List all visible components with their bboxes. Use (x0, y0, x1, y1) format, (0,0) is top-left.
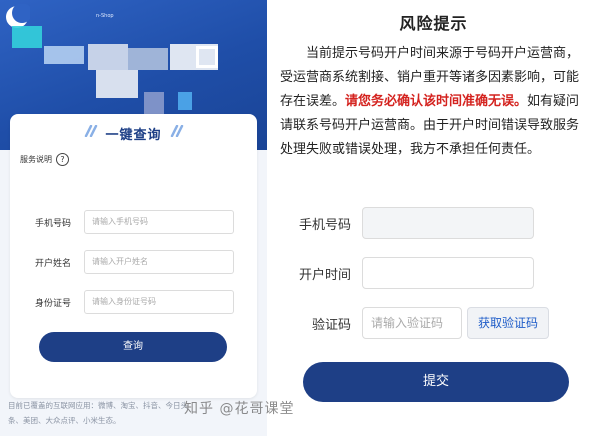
id-number-label: 身份证号 (35, 299, 72, 309)
name-row: 开户姓名 请输入开户姓名 (10, 250, 257, 274)
service-note-link[interactable]: 服务说明 ? (20, 153, 69, 166)
service-note-label: 服务说明 (20, 155, 52, 164)
blurred-title-frame (196, 46, 218, 68)
open-time-field[interactable] (362, 257, 534, 289)
phone-label: 手机号码 (35, 219, 72, 229)
phone-row: 手机号码 请输入手机号码 (10, 210, 257, 234)
query-button[interactable]: 查询 (39, 332, 227, 362)
blurred-title-block (88, 44, 128, 70)
name-label: 开户姓名 (35, 259, 72, 269)
query-page-panel: n-Shop 一键查询 服务说明 ? 手机号码 请输入手机号码 开户姓名 请输入… (0, 0, 267, 436)
verify-code-input[interactable]: 请输入验证码 (362, 307, 462, 339)
phone-input[interactable]: 请输入手机号码 (84, 210, 234, 234)
open-time-label: 开户时间 (298, 268, 351, 283)
verify-code-label: 验证码 (311, 318, 351, 333)
brand-text: n-Shop (96, 13, 114, 19)
risk-notice-text: 当前提示号码开户时间来源于号码开户运营商，受运营商系统割接、销户重开等诸多因素影… (280, 42, 590, 162)
card-title: 一键查询 (105, 128, 162, 143)
verify-code-row: 验证码 请输入验证码 获取验证码 (267, 307, 600, 339)
blurred-title-block (96, 70, 138, 98)
name-input[interactable]: 请输入开户姓名 (84, 250, 234, 274)
blurred-title-block (178, 92, 192, 110)
blurred-title-block (44, 46, 84, 64)
watermark: 知乎 @花哥课堂 (184, 401, 295, 417)
query-card: 一键查询 服务说明 ? 手机号码 请输入手机号码 开户姓名 请输入开户姓名 身份… (10, 114, 257, 398)
id-row: 身份证号 请输入身份证号码 (10, 290, 257, 314)
help-icon[interactable]: ? (56, 153, 69, 166)
notice-warning: 请您务必确认该时间准确无误。 (345, 94, 528, 109)
blurred-title-block (144, 92, 164, 114)
blurred-title-block (12, 26, 42, 48)
phone-field[interactable] (362, 207, 534, 239)
title-decoration-icon (170, 125, 184, 137)
open-time-row: 开户时间 (267, 257, 600, 289)
risk-notice-panel: 风险提示 当前提示号码开户时间来源于号码开户运营商，受运营商系统割接、销户重开等… (267, 0, 600, 436)
get-code-button[interactable]: 获取验证码 (467, 307, 549, 339)
blurred-title-block (128, 48, 168, 70)
id-number-input[interactable]: 请输入身份证号码 (84, 290, 234, 314)
phone-row: 手机号码 (267, 207, 600, 239)
phone-label: 手机号码 (298, 218, 351, 233)
submit-button[interactable]: 提交 (303, 362, 569, 402)
dialog-title: 风险提示 (399, 14, 468, 33)
